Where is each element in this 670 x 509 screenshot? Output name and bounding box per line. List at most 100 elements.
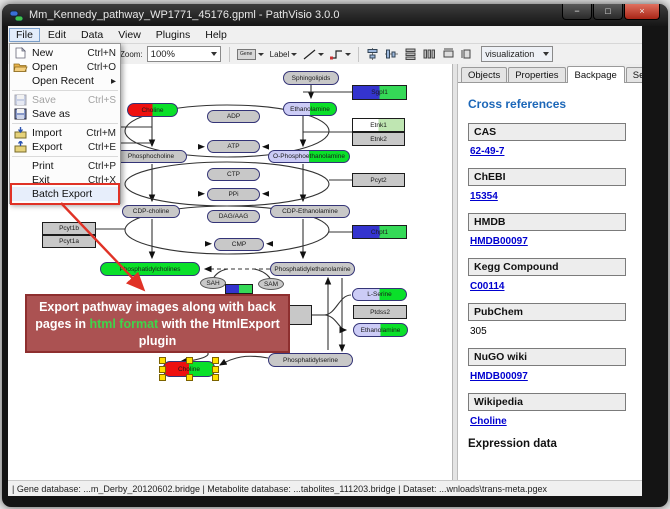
pathway-node-label: CDP-Ethanolamine	[282, 208, 338, 215]
pathway-node[interactable]: CDP-choline	[122, 205, 180, 218]
menu-data[interactable]: Data	[74, 28, 110, 42]
maximize-button[interactable]: □	[593, 4, 623, 20]
pathway-node-label: Pcyt2	[370, 177, 386, 184]
link-hmdb[interactable]: HMDB00097	[470, 236, 632, 247]
pathway-node-label: Phosphocholine	[128, 153, 174, 160]
link-wikipedia[interactable]: Choline	[470, 416, 632, 427]
link-nugo[interactable]: HMDB00097	[470, 371, 632, 382]
pathway-node[interactable]: Phosphatidylcholines	[100, 262, 200, 276]
link-cas[interactable]: 62-49-7	[470, 146, 632, 157]
zoom-combobox[interactable]: 100%	[147, 46, 221, 62]
add-datanode-button[interactable]: Gene	[235, 48, 266, 61]
pathway-node[interactable]: CTP	[207, 168, 260, 181]
pathway-node[interactable]: Pcyt1b	[42, 222, 96, 235]
file-menu-new[interactable]: New Ctrl+N	[10, 46, 120, 60]
common-width-button[interactable]	[440, 47, 457, 61]
pathway-node[interactable]: Etnk2	[352, 132, 405, 146]
link-kegg[interactable]: C00114	[470, 281, 632, 292]
pathway-node[interactable]: CDP-Ethanolamine	[270, 205, 350, 218]
connector-tool-button[interactable]	[328, 48, 353, 61]
link-chebi[interactable]: 15354	[470, 191, 632, 202]
menu-edit[interactable]: Edit	[41, 28, 73, 42]
line-tool-button[interactable]	[301, 48, 326, 61]
pathway-node[interactable]: Pcyt2	[352, 173, 405, 187]
tab-properties[interactable]: Properties	[508, 67, 565, 82]
pathway-node[interactable]: SAM	[258, 278, 284, 290]
menu-plugins[interactable]: Plugins	[149, 28, 197, 42]
pathway-node[interactable]: Choline	[127, 103, 178, 117]
pathway-node-label: CMP	[232, 241, 246, 248]
save-as-disk-icon	[13, 108, 28, 120]
pathway-node[interactable]: L-Serine	[352, 288, 407, 301]
pathway-node-label: Phosphatidylserine	[283, 357, 338, 364]
window-title: Mm_Kennedy_pathway_WP1771_45176.gpml - P…	[29, 9, 339, 21]
pathway-node[interactable]: Phosphocholine	[115, 150, 187, 163]
pathway-node[interactable]: DAG/AAG	[207, 210, 260, 223]
pathway-node[interactable]: Pcyt1a	[42, 235, 96, 248]
side-panel: Objects Properties Backpage Search Legen…	[458, 64, 642, 481]
menu-help[interactable]: Help	[198, 28, 234, 42]
section-header-nugo: NuGO wiki	[468, 348, 626, 366]
pathway-node-label: Ptdss2	[370, 309, 390, 316]
pathway-node[interactable]: Choline	[163, 361, 215, 377]
pathway-node-label: CTP	[227, 171, 240, 178]
align-vertical-center-button[interactable]	[383, 47, 400, 61]
application-window: Mm_Kennedy_pathway_WP1771_45176.gpml - P…	[2, 4, 668, 507]
pathway-node[interactable]: CMP	[214, 238, 264, 251]
common-height-button[interactable]	[459, 47, 476, 61]
pathway-node[interactable]: Ethanolamine	[283, 102, 337, 116]
pathway-node[interactable]: Chpt1	[352, 225, 407, 239]
pathway-node[interactable]	[225, 284, 253, 294]
tab-backpage[interactable]: Backpage	[567, 66, 625, 83]
pathway-node-label: Ethanolamine	[290, 106, 330, 113]
close-button[interactable]: ×	[624, 4, 660, 20]
pathway-node[interactable]: Ptdss2	[353, 305, 407, 319]
pathway-node-label: Etnk1	[370, 122, 387, 129]
pathway-node[interactable]: O-Phosphoethanolamine	[268, 150, 350, 163]
file-menu-open[interactable]: Open Ctrl+O	[10, 60, 120, 74]
pathway-node-label: Sgpl1	[371, 89, 388, 96]
backpage-panel[interactable]: Cross references CAS 62-49-7 ChEBI 15354…	[458, 83, 642, 481]
pathway-node[interactable]: SAH	[200, 277, 226, 289]
minimize-button[interactable]: −	[562, 4, 592, 20]
pathway-node[interactable]: Phosphatidylserine	[268, 353, 353, 367]
file-menu-save-as[interactable]: Save as	[10, 107, 120, 121]
pathway-node[interactable]: Phosphatidylethanolamine	[270, 262, 355, 276]
pathway-node-label: ADP	[227, 113, 240, 120]
common-width-icon	[442, 48, 455, 60]
toolbar-separator	[229, 47, 230, 62]
common-height-icon	[461, 48, 474, 60]
pathway-node-label: DAG/AAG	[219, 213, 249, 220]
pathway-node[interactable]: PPi	[207, 188, 260, 201]
pathway-node[interactable]: Ethanolamine	[353, 323, 408, 337]
stack-rows-button[interactable]	[402, 47, 419, 61]
title-bar[interactable]: Mm_Kennedy_pathway_WP1771_45176.gpml - P…	[2, 4, 668, 26]
align-horizontal-center-icon	[366, 48, 379, 60]
tab-objects[interactable]: Objects	[461, 67, 507, 82]
visualization-combobox[interactable]: visualization	[481, 46, 553, 62]
toolbar-separator	[358, 47, 359, 62]
file-menu-print[interactable]: Print Ctrl+P	[10, 159, 120, 173]
pathway-node[interactable]: ATP	[207, 140, 260, 153]
file-menu-import[interactable]: Import Ctrl+M	[10, 126, 120, 140]
section-header-cas: CAS	[468, 123, 626, 141]
section-header-chebi: ChEBI	[468, 168, 626, 186]
pathway-node[interactable]: ADP	[207, 110, 260, 123]
file-menu-export[interactable]: Export Ctrl+E	[10, 140, 120, 154]
align-horizontal-center-button[interactable]	[364, 47, 381, 61]
stack-columns-button[interactable]	[421, 47, 438, 61]
tab-search[interactable]: Search	[626, 67, 642, 82]
section-header-pubchem: PubChem	[468, 303, 626, 321]
save-disk-icon	[13, 94, 28, 106]
pathway-node-label: Etnk2	[370, 136, 387, 143]
pathway-node[interactable]: Sgpl1	[352, 85, 407, 100]
menu-view[interactable]: View	[111, 28, 148, 42]
file-menu-popup: New Ctrl+N Open Ctrl+O Open Recent ▸ Sav…	[9, 43, 121, 204]
pathway-node-label: CDP-choline	[133, 208, 170, 215]
file-menu-save: Save Ctrl+S	[10, 93, 120, 107]
add-label-button[interactable]: Label	[268, 49, 300, 60]
file-menu-open-recent[interactable]: Open Recent ▸	[10, 74, 120, 88]
pathway-node[interactable]: Etnk1	[352, 118, 405, 132]
pathway-node[interactable]: Sphingolipids	[283, 71, 339, 85]
menu-file[interactable]: File	[9, 28, 40, 42]
